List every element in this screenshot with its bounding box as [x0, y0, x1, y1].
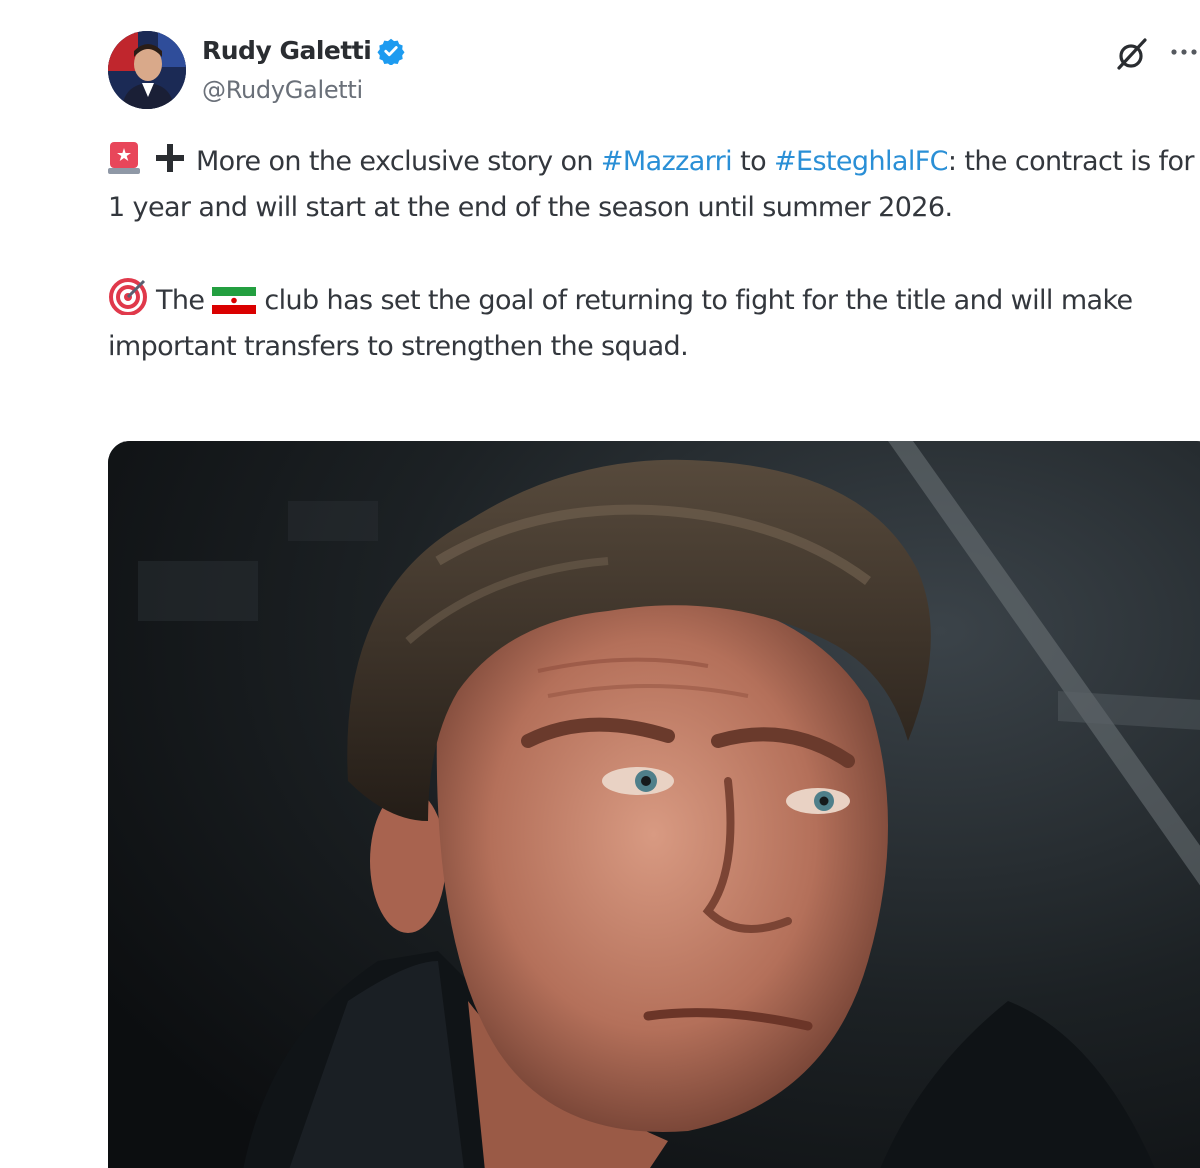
tweet-text-lead: More on the exclusive story on [188, 146, 601, 177]
tweet-text-middle: to [732, 146, 774, 177]
author-name[interactable]: Rudy Galetti [202, 36, 372, 65]
direct-hit-icon [109, 278, 147, 315]
tweet-card: Rudy Galetti @RudyGaletti More on the ex… [0, 0, 1200, 1168]
tweet-text-the: The [148, 285, 213, 316]
plus-icon [156, 144, 184, 172]
tweet-paragraph-2: The club has set the goal of returning t… [108, 277, 1198, 370]
portrait-photo [108, 441, 1200, 1168]
avatar-photo [108, 31, 186, 109]
hashtag-esteghlalfc[interactable]: #EsteghlalFC [774, 146, 949, 177]
tweet-text-rest-2: club has set the goal of returning to fi… [108, 285, 1133, 362]
author-avatar[interactable] [108, 31, 186, 109]
more-options-icon[interactable] [1165, 40, 1200, 64]
author-handle[interactable]: @RudyGaletti [202, 76, 363, 104]
tweet-text: More on the exclusive story on #Mazzarri… [108, 138, 1198, 370]
siren-icon [108, 142, 140, 174]
hashtag-mazzarri[interactable]: #Mazzarri [601, 146, 733, 177]
iran-flag-icon [212, 287, 257, 314]
tweet-media-photo[interactable] [108, 441, 1200, 1168]
verified-badge-icon [377, 38, 405, 65]
tweet-paragraph-1: More on the exclusive story on #Mazzarri… [108, 138, 1198, 231]
author-name-row[interactable]: Rudy Galetti [202, 36, 405, 65]
grok-icon[interactable] [1112, 34, 1152, 74]
